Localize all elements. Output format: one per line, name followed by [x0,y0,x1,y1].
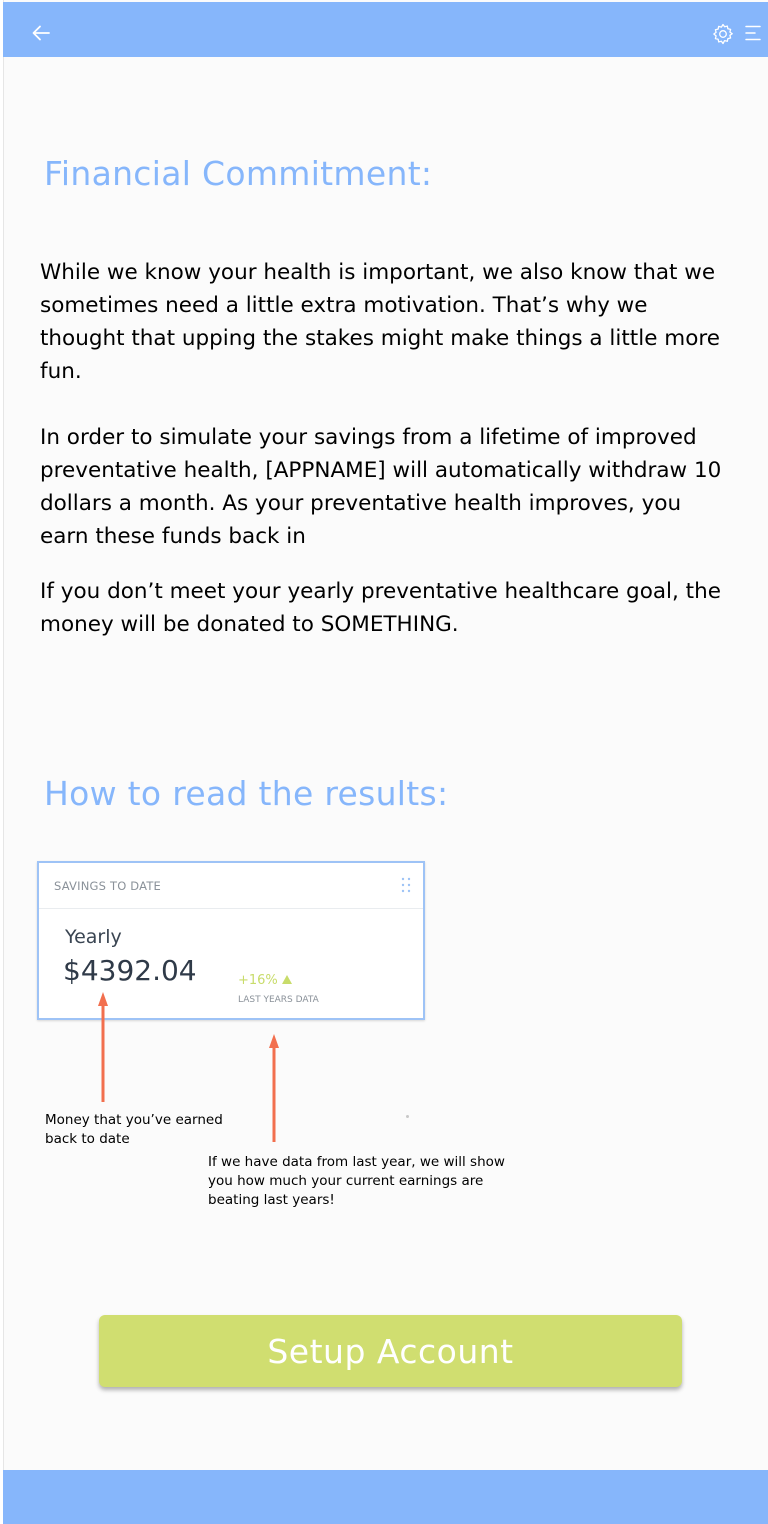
read-results-heading: How to read the results: [44,774,449,813]
arrow-left-icon[interactable] [30,22,52,44]
top-bar [3,2,768,57]
period-label: Yearly [65,926,122,948]
drag-handle-icon[interactable] [400,876,412,894]
change-indicator: +16% [238,973,292,988]
bottom-bar [3,1470,768,1524]
card-title: SAVINGS TO DATE [54,879,162,893]
change-caption: LAST YEARS DATA [238,995,319,1005]
triangle-up-icon [281,975,292,984]
setup-account-button[interactable]: Setup Account [99,1315,682,1387]
savings-paragraph: In order to simulate your savings from a… [40,425,722,549]
arrow-up-icon [269,1034,279,1142]
savings-amount: $4392.04 [63,954,197,987]
financial-commitment-heading: Financial Commitment: [44,154,433,193]
earned-annotation: Money that you’ve earned back to date [45,1112,223,1147]
change-value: +16% [238,973,278,988]
card-header: SAVINGS TO DATE [39,863,423,909]
app-frame [3,0,768,1524]
last-year-annotation: If we have data from last year, we will … [208,1154,505,1208]
arrow-up-icon [98,992,108,1102]
motivation-paragraph: While we know your health is important, … [40,260,720,384]
gear-icon[interactable] [711,22,735,46]
donation-paragraph: If you don’t meet your yearly preventati… [40,579,721,637]
menu-icon[interactable] [743,23,763,43]
stray-dot [406,1115,409,1118]
